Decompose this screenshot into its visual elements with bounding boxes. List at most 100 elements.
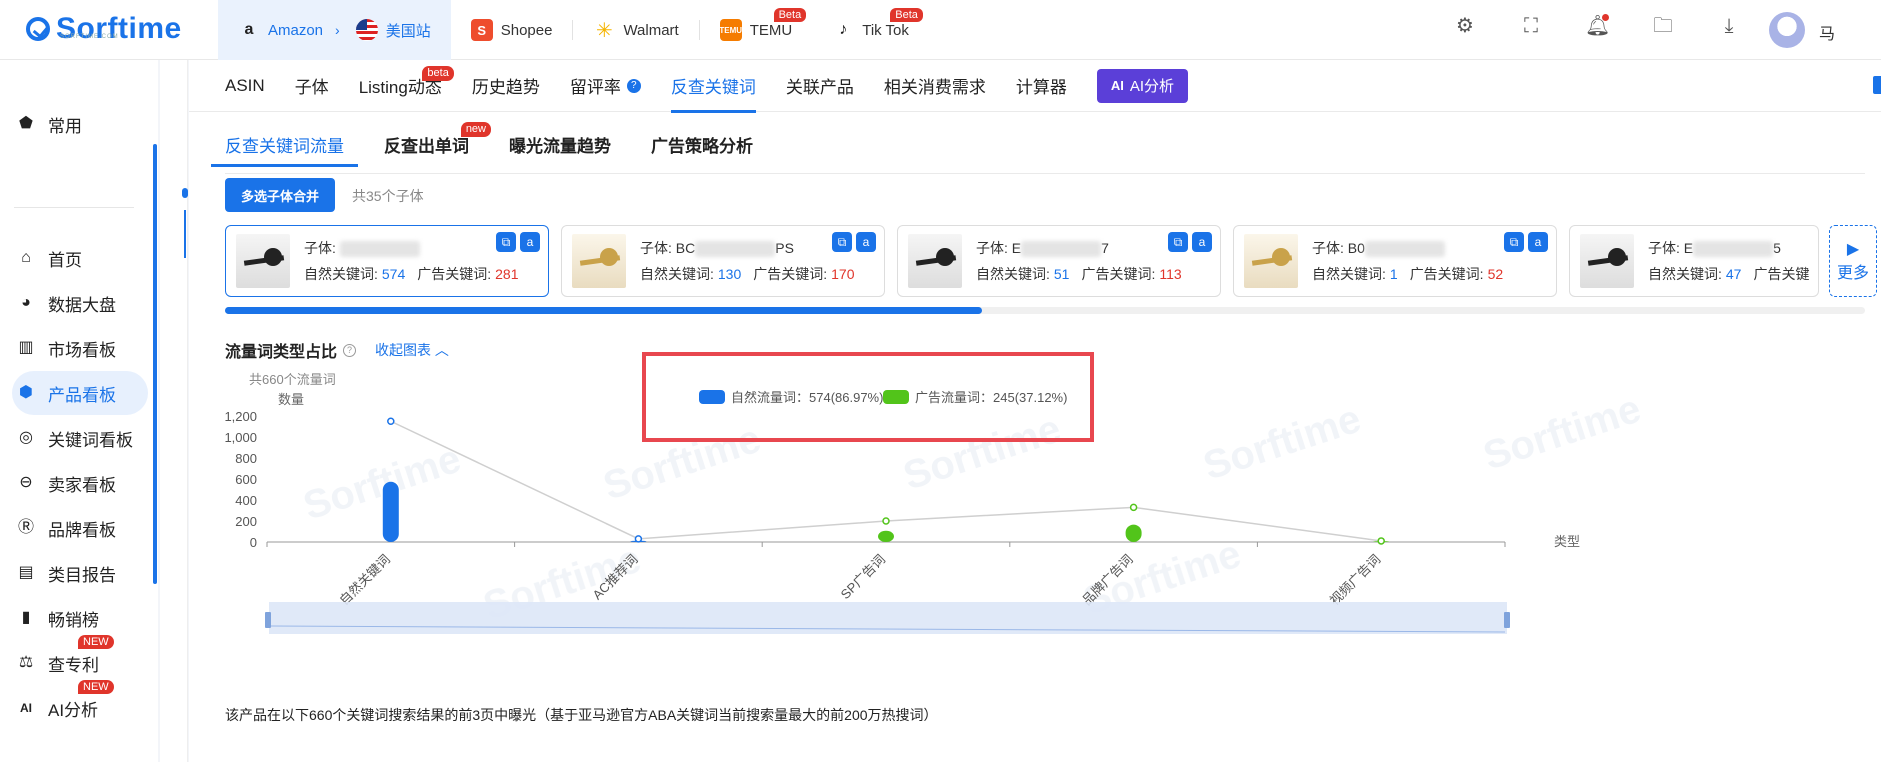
- tab-asin[interactable]: ASIN: [225, 60, 265, 112]
- tab-label: 子体: [294, 78, 329, 97]
- settings-icon[interactable]: ⚙: [1453, 14, 1477, 38]
- more-variants-button[interactable]: ▶ 更多: [1829, 225, 1877, 297]
- tab-ad-strategy[interactable]: 广告策略分析: [651, 132, 753, 167]
- zoom-slider-right-handle[interactable]: [1504, 612, 1510, 628]
- ad-keyword-count[interactable]: 170: [831, 266, 854, 282]
- amazon-icon[interactable]: a: [520, 232, 540, 252]
- tab-related-products[interactable]: 关联产品: [786, 60, 854, 112]
- tab-label: 反查出单词: [384, 137, 469, 156]
- sidebar-item-sellers[interactable]: ⊖ 卖家看板: [12, 461, 148, 505]
- ad-keyword-count[interactable]: 281: [495, 266, 518, 282]
- natural-keyword-count[interactable]: 51: [1054, 266, 1070, 282]
- platform-walmart[interactable]: ✳ Walmart: [573, 0, 698, 60]
- ad-keyword-label: 广告关键词:: [753, 266, 828, 282]
- sidebar-item-home[interactable]: ⌂ 首页: [12, 236, 148, 280]
- sidebar-item-label: 常用: [48, 116, 82, 136]
- tiktok-icon: ♪: [839, 21, 848, 38]
- book-icon: ▥: [18, 339, 34, 356]
- platform-label: Tik Tok: [862, 21, 909, 39]
- zoom-slider-left-handle[interactable]: [265, 612, 271, 628]
- sidebar-item-favorites[interactable]: ⬟ 常用: [12, 102, 148, 146]
- collapsed-panel: [160, 60, 188, 762]
- copy-icon[interactable]: ⧉: [1168, 232, 1188, 252]
- natural-keyword-count[interactable]: 130: [718, 266, 741, 282]
- variant-asin-tail: 7: [1101, 240, 1109, 256]
- copy-icon[interactable]: ⧉: [832, 232, 852, 252]
- fullscreen-icon[interactable]: ⛶: [1519, 14, 1543, 38]
- side-panel-toggle[interactable]: [1873, 76, 1881, 94]
- line-point-2: [882, 517, 890, 525]
- natural-keyword-count[interactable]: 1: [1390, 266, 1398, 282]
- tab-order-keywords[interactable]: 反查出单词 new: [384, 122, 491, 167]
- sidebar-item-patent[interactable]: ⚖ 查专利 NEW: [12, 635, 148, 685]
- tab-consumer-demand[interactable]: 相关消费需求: [884, 60, 986, 112]
- logo-subtitle: SORFTIME.COM: [60, 34, 119, 40]
- chart-legend[interactable]: 自然流量词：574(86.97%) 广告流量词：245(37.12%): [699, 390, 1067, 405]
- tab-variants[interactable]: 子体: [295, 60, 329, 112]
- sidebar-item-brands[interactable]: Ⓡ 品牌看板: [12, 506, 148, 550]
- tab-history[interactable]: 历史趋势: [472, 60, 540, 112]
- variant-card[interactable]: 子体: 自然关键词: 574 广告关键词: 281 ⧉ a: [225, 225, 549, 297]
- sidebar-item-label: 查专利: [48, 655, 99, 675]
- merge-variants-button[interactable]: 多选子体合并: [225, 178, 336, 212]
- tab-reverse-keywords[interactable]: 反查关键词: [670, 60, 756, 113]
- platform-amazon[interactable]: a Amazon: [218, 0, 328, 60]
- ad-keyword-count[interactable]: 52: [1488, 266, 1504, 282]
- sidebar-item-category-report[interactable]: ▤ 类目报告: [12, 551, 148, 595]
- card-actions: ⧉ a: [832, 232, 876, 252]
- variant-card[interactable]: 子体: B0 自然关键词: 1 广告关键词: 52 ⧉ a: [1233, 225, 1557, 297]
- tab-listing-changes[interactable]: Listing动态 beta: [359, 60, 454, 112]
- divider: [225, 173, 1865, 174]
- platform-temu[interactable]: TEMU TEMU Beta: [700, 0, 813, 60]
- variant-card[interactable]: 子体: BC PS 自然关键词: 130 广告关键词: 170 ⧉ a: [561, 225, 885, 297]
- main-panel: ASIN 子体 Listing动态 beta 历史趋势 留评率? 反查关键词 关联…: [189, 60, 1881, 762]
- sidebar-item-label: 类目报告: [48, 565, 116, 585]
- avatar[interactable]: [1769, 12, 1805, 48]
- product-thumbnail: [1580, 234, 1634, 288]
- panel-handle[interactable]: [182, 188, 188, 198]
- product-thumbnail: [236, 234, 290, 288]
- copy-icon[interactable]: ⧉: [496, 232, 516, 252]
- user-name[interactable]: 马: [1819, 20, 1835, 44]
- variant-scrollbar[interactable]: [225, 307, 1865, 314]
- card-actions: ⧉ a: [1168, 232, 1212, 252]
- x-tick-label: 自然关键词: [336, 552, 393, 609]
- tab-keyword-traffic[interactable]: 反查关键词流量: [211, 132, 358, 167]
- download-icon[interactable]: ⤓: [1717, 14, 1741, 38]
- variant-card[interactable]: 子体: E 5 自然关键词: 47 广告关键: [1569, 225, 1819, 297]
- logo[interactable]: Sorftime: [26, 12, 182, 46]
- ai-analysis-button[interactable]: AI AI分析: [1096, 68, 1189, 103]
- tab-exposure-trend[interactable]: 曝光流量趋势: [509, 132, 611, 167]
- amazon-icon[interactable]: a: [1528, 232, 1548, 252]
- tab-review-rate[interactable]: 留评率?: [570, 60, 641, 112]
- tab-calculator[interactable]: 计算器: [1016, 60, 1067, 112]
- sidebar-item-bestsellers[interactable]: ▮ 畅销榜: [12, 596, 148, 640]
- sidebar-item-ai[interactable]: AI AI分析 NEW: [12, 680, 148, 730]
- scrollbar-thumb[interactable]: [225, 307, 982, 314]
- sidebar-item-products[interactable]: ⬢ 产品看板: [12, 371, 148, 415]
- sidebar-item-keywords[interactable]: ◎ 关键词看板: [12, 416, 148, 460]
- ad-keyword-count[interactable]: 113: [1159, 266, 1181, 282]
- amazon-icon[interactable]: a: [1192, 232, 1212, 252]
- folder-icon[interactable]: 🗀: [1651, 14, 1675, 38]
- sidebar-scrollbar[interactable]: [153, 144, 157, 584]
- sidebar-item-label: 产品看板: [48, 385, 116, 405]
- line-point-3: [1129, 503, 1138, 512]
- bell-icon[interactable]: 🔔︎: [1585, 14, 1610, 38]
- y-tick-label: 1,200: [224, 409, 257, 424]
- variant-card[interactable]: 子体: E 7 自然关键词: 51 广告关键词: 113 ⧉ a: [897, 225, 1221, 297]
- line-point-4: [1377, 537, 1385, 545]
- sidebar-item-market[interactable]: ▥ 市场看板: [12, 326, 148, 370]
- platform-shopee[interactable]: S Shopee: [451, 0, 573, 60]
- help-icon[interactable]: ?: [626, 78, 641, 93]
- platform-tiktok[interactable]: ♪ Tik Tok Beta: [812, 0, 929, 60]
- natural-keyword-count[interactable]: 47: [1726, 266, 1742, 282]
- watermark-text: Sorftime: [898, 407, 1066, 499]
- sidebar-item-dashboard[interactable]: ◕ 数据大盘: [12, 281, 148, 325]
- platform-marketplace[interactable]: › 美国站: [327, 0, 451, 60]
- copy-icon[interactable]: ⧉: [1504, 232, 1524, 252]
- legend-label: 自然流量词：574(86.97%): [731, 390, 883, 405]
- sidebar-item-label: 数据大盘: [48, 295, 116, 315]
- natural-keyword-count[interactable]: 574: [382, 266, 405, 282]
- amazon-icon[interactable]: a: [856, 232, 876, 252]
